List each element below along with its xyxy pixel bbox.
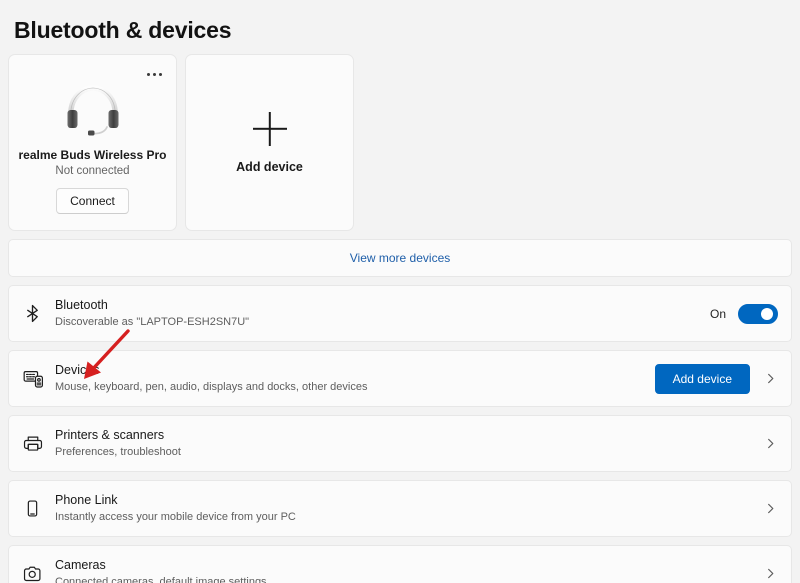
setting-row-phone-link[interactable]: Phone Link Instantly access your mobile … (9, 481, 791, 536)
add-device-card-label: Add device (236, 160, 303, 174)
bluetooth-toggle-state-label: On (710, 307, 726, 321)
bluetooth-icon (23, 304, 55, 323)
setting-title: Phone Link (55, 492, 762, 509)
setting-title: Bluetooth (55, 297, 710, 314)
setting-row-text: Printers & scanners Preferences, trouble… (55, 427, 762, 460)
paired-device-card[interactable]: realme Buds Wireless Pro Not connected C… (8, 54, 177, 231)
chevron-right-icon[interactable] (762, 371, 778, 387)
devices-row-panel: Devices Mouse, keyboard, pen, audio, dis… (8, 350, 792, 407)
view-more-devices-link[interactable]: View more devices (9, 240, 791, 276)
setting-row-bluetooth[interactable]: Bluetooth Discoverable as "LAPTOP-ESH2SN… (9, 286, 791, 341)
setting-title: Printers & scanners (55, 427, 762, 444)
bluetooth-toggle[interactable] (738, 304, 778, 324)
page-title: Bluetooth & devices (8, 0, 792, 46)
headset-icon (65, 85, 121, 137)
setting-subtitle: Preferences, troubleshoot (55, 445, 762, 460)
bluetooth-row-panel: Bluetooth Discoverable as "LAPTOP-ESH2SN… (8, 285, 792, 342)
more-options-icon[interactable] (143, 67, 165, 81)
setting-row-controls: On (710, 304, 778, 324)
add-device-card[interactable]: Add device (185, 54, 354, 231)
device-status: Not connected (55, 164, 129, 179)
device-name: realme Buds Wireless Pro (13, 147, 173, 163)
devices-icon (23, 369, 55, 388)
setting-subtitle: Discoverable as "LAPTOP-ESH2SN7U" (55, 315, 710, 330)
settings-page-bluetooth-devices: Bluetooth & devices (0, 0, 800, 583)
camera-icon (23, 564, 55, 583)
device-cards-row: realme Buds Wireless Pro Not connected C… (8, 54, 792, 231)
setting-title: Cameras (55, 557, 762, 574)
connect-button[interactable]: Connect (56, 188, 129, 214)
setting-subtitle: Connected cameras, default image setting… (55, 575, 762, 583)
plus-icon (253, 112, 287, 146)
setting-row-controls (762, 566, 778, 582)
setting-row-controls: Add device (655, 364, 778, 394)
add-device-button[interactable]: Add device (655, 364, 750, 394)
view-more-devices-panel: View more devices (8, 239, 792, 277)
setting-row-text: Bluetooth Discoverable as "LAPTOP-ESH2SN… (55, 297, 710, 330)
setting-row-printers-scanners[interactable]: Printers & scanners Preferences, trouble… (9, 416, 791, 471)
chevron-right-icon[interactable] (762, 566, 778, 582)
chevron-right-icon[interactable] (762, 436, 778, 452)
phone-link-row-panel: Phone Link Instantly access your mobile … (8, 480, 792, 537)
setting-subtitle: Mouse, keyboard, pen, audio, displays an… (55, 380, 655, 395)
printer-icon (23, 434, 55, 453)
setting-title: Devices (55, 362, 655, 379)
chevron-right-icon[interactable] (762, 501, 778, 517)
phone-icon (23, 499, 55, 518)
setting-row-cameras[interactable]: Cameras Connected cameras, default image… (9, 546, 791, 583)
setting-subtitle: Instantly access your mobile device from… (55, 510, 762, 525)
setting-row-devices[interactable]: Devices Mouse, keyboard, pen, audio, dis… (9, 351, 791, 406)
setting-row-text: Phone Link Instantly access your mobile … (55, 492, 762, 525)
toggle-knob (761, 308, 773, 320)
setting-row-text: Devices Mouse, keyboard, pen, audio, dis… (55, 362, 655, 395)
cameras-row-panel: Cameras Connected cameras, default image… (8, 545, 792, 583)
view-more-devices-label: View more devices (350, 251, 451, 265)
setting-row-controls (762, 501, 778, 517)
setting-row-text: Cameras Connected cameras, default image… (55, 557, 762, 583)
setting-row-controls (762, 436, 778, 452)
printers-row-panel: Printers & scanners Preferences, trouble… (8, 415, 792, 472)
